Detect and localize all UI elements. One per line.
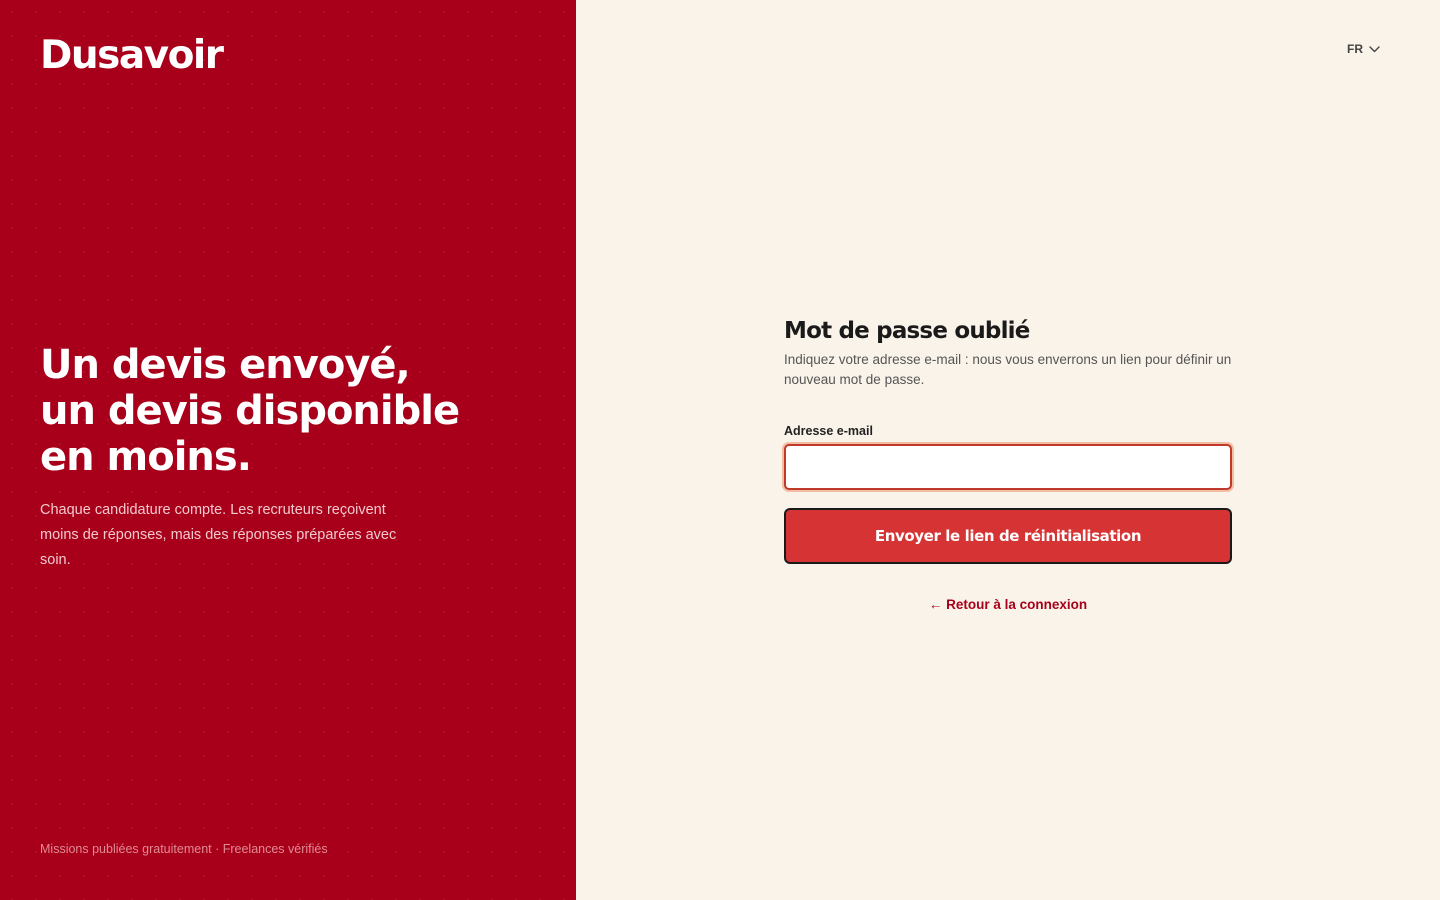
send-reset-link-button[interactable]: Envoyer le lien de réinitialisation bbox=[784, 508, 1232, 564]
form-title: Mot de passe oublié bbox=[784, 318, 1030, 344]
hero-text: Chaque candidature compte. Les recruteur… bbox=[40, 502, 397, 568]
hero: Un devis envoyé, un devis disponible en … bbox=[40, 342, 480, 573]
email-label: Adresse e-mail bbox=[784, 424, 873, 438]
hero-title-line: en moins. bbox=[40, 434, 252, 480]
language-label: FR bbox=[1347, 42, 1363, 56]
form-panel: FR Mot de passe oublié Indiquez votre ad… bbox=[576, 0, 1440, 900]
footer-note: Missions publiées gratuitement · Freelan… bbox=[40, 842, 328, 856]
hero-title-line: Un devis envoyé, bbox=[40, 342, 411, 388]
forgot-password-form: Mot de passe oublié Indiquez votre adres… bbox=[784, 316, 1232, 612]
form-description: Indiquez votre adresse e-mail : nous vou… bbox=[784, 352, 1232, 387]
logo[interactable]: Dusavoir bbox=[40, 36, 224, 75]
email-field[interactable] bbox=[784, 444, 1232, 490]
back-to-login-link[interactable]: ← Retour à la connexion bbox=[784, 597, 1232, 612]
brand-panel: Dusavoir Un devis envoyé, un devis dispo… bbox=[0, 0, 576, 900]
hero-title: Un devis envoyé, un devis disponible en … bbox=[40, 342, 480, 480]
language-selector[interactable]: FR bbox=[1347, 42, 1380, 56]
chevron-down-icon bbox=[1369, 45, 1380, 53]
hero-title-line: un devis disponible bbox=[40, 388, 460, 434]
